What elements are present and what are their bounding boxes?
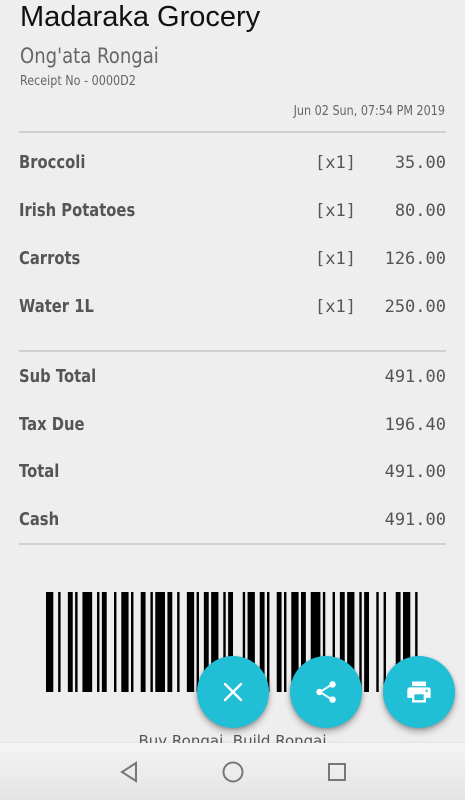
store-name: Madaraka Grocery: [20, 1, 261, 33]
print-button[interactable]: [383, 656, 455, 728]
recents-button[interactable]: [322, 757, 352, 787]
item-amount: 35.00: [394, 153, 446, 173]
item-name: Irish Potatoes: [19, 200, 136, 221]
back-button[interactable]: [114, 757, 144, 787]
close-icon: [223, 682, 243, 702]
receipt-datetime: Jun 02 Sun, 07:54 PM 2019: [293, 104, 445, 119]
item-name: Water 1L: [19, 296, 94, 317]
cancel-button[interactable]: [197, 656, 269, 728]
totals-label: Sub Total: [19, 366, 97, 387]
recents-square-icon: [328, 763, 346, 781]
totals-row: Total 491.00: [19, 461, 446, 489]
item-qty: [x1]: [315, 201, 356, 221]
list-item: Carrots [x1] 126.00: [19, 248, 446, 276]
totals-label: Tax Due: [19, 414, 85, 435]
system-nav-bar: [0, 743, 465, 800]
totals-row: Sub Total 491.00: [19, 366, 446, 394]
item-name: Carrots: [19, 248, 81, 269]
totals-label: Total: [19, 461, 60, 482]
share-button[interactable]: [290, 656, 362, 728]
divider: [19, 350, 446, 352]
list-item: Irish Potatoes [x1] 80.00: [19, 200, 446, 228]
item-name: Broccoli: [19, 152, 86, 173]
list-item: Water 1L [x1] 250.00: [19, 296, 446, 324]
item-qty: [x1]: [315, 297, 356, 317]
totals-row: Tax Due 196.40: [19, 414, 446, 442]
totals-value: 196.40: [384, 415, 446, 435]
divider: [19, 543, 446, 545]
item-qty: [x1]: [315, 153, 356, 173]
totals-row: Cash 491.00: [19, 509, 446, 537]
totals-label: Cash: [19, 509, 60, 530]
back-triangle-icon: [120, 761, 137, 783]
home-circle-icon: [222, 761, 244, 783]
totals-value: 491.00: [384, 462, 446, 482]
item-amount: 80.00: [394, 201, 446, 221]
list-item: Broccoli [x1] 35.00: [19, 152, 446, 180]
receipt-number: Receipt No - 0000D2: [20, 74, 136, 89]
item-amount: 126.00: [384, 249, 446, 269]
totals-value: 491.00: [384, 510, 446, 530]
print-icon: [407, 681, 431, 703]
branch-name: Ong'ata Rongai: [20, 44, 159, 68]
divider: [19, 131, 446, 133]
totals-value: 491.00: [384, 367, 446, 387]
home-button[interactable]: [218, 757, 248, 787]
item-qty: [x1]: [315, 249, 356, 269]
share-icon: [316, 681, 336, 703]
item-amount: 250.00: [384, 297, 446, 317]
